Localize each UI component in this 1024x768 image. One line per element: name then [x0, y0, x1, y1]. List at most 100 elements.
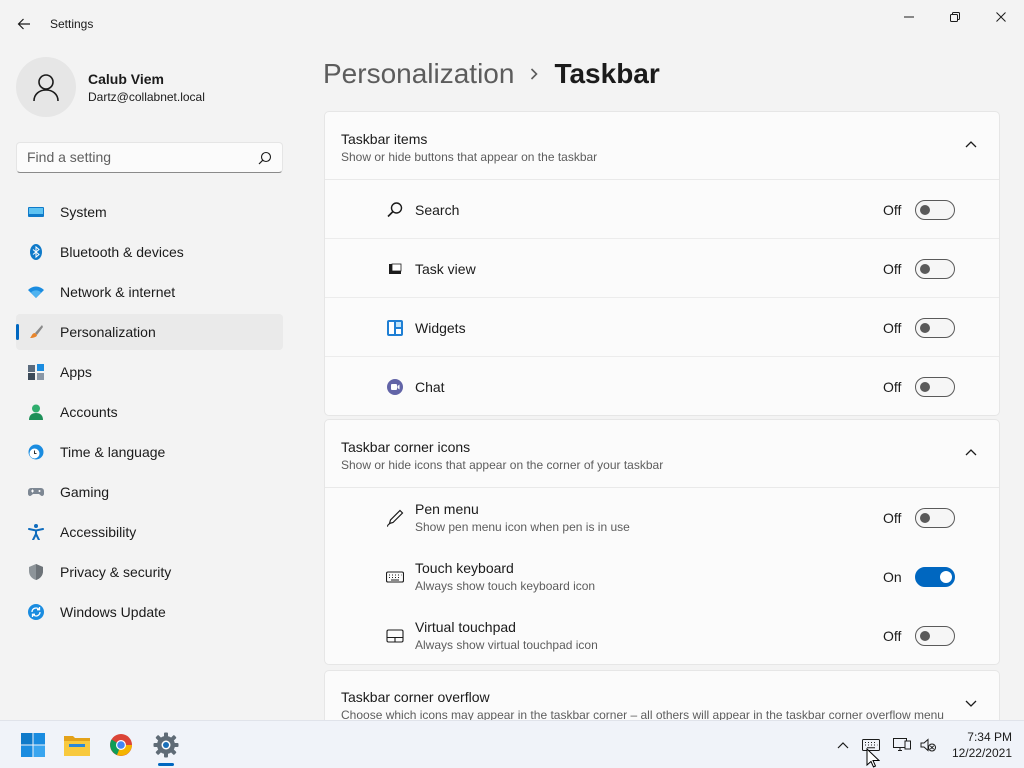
file-explorer-icon — [64, 736, 90, 756]
clock-date: 12/22/2021 — [951, 746, 1012, 760]
title-bar: Settings — [0, 0, 1024, 48]
setting-label: Virtual touchpad — [415, 619, 516, 635]
taskbar-items-header[interactable]: Taskbar items Show or hide buttons that … — [325, 112, 999, 180]
widgets-icon — [387, 320, 403, 336]
toggle-state-text: On — [883, 569, 902, 585]
minimize-button[interactable] — [893, 6, 925, 28]
toggle-state-text: Off — [883, 320, 902, 336]
taskbar-items-section: Taskbar items Show or hide buttons that … — [324, 111, 1000, 416]
chevron-up-icon[interactable] — [965, 448, 977, 456]
widgets-toggle[interactable] — [915, 318, 955, 338]
toggle-knob — [920, 323, 930, 333]
chevron-right-icon — [531, 68, 539, 80]
volume-tray-button[interactable] — [918, 735, 938, 755]
setting-label: Touch keyboard — [415, 560, 514, 576]
sidebar-item-personalization[interactable]: Personalization — [16, 314, 283, 350]
chat-icon — [387, 379, 403, 395]
show-hidden-icons-button[interactable] — [833, 735, 853, 755]
setting-label: Pen menu — [415, 501, 479, 517]
shield-icon — [29, 564, 43, 580]
search-input[interactable] — [27, 149, 247, 165]
section-subtitle: Show or hide buttons that appear on the … — [341, 150, 598, 164]
setting-row-widgets: Widgets Off — [325, 298, 999, 357]
search-toggle[interactable] — [915, 200, 955, 220]
setting-label: Widgets — [415, 320, 466, 336]
breadcrumb-parent[interactable]: Personalization — [323, 58, 514, 90]
person-icon — [29, 404, 43, 420]
setting-row-search: Search Off — [325, 180, 999, 239]
toggle-state-text: Off — [883, 261, 902, 277]
breadcrumb: Personalization Taskbar — [323, 58, 660, 90]
close-button[interactable] — [985, 6, 1017, 28]
toggle-state-text: Off — [883, 202, 902, 218]
apps-icon — [28, 364, 44, 380]
search-icon — [387, 202, 403, 218]
back-button[interactable] — [12, 12, 36, 36]
sidebar-item-label: Time & language — [60, 444, 166, 460]
setting-row-pen-menu: Pen menu Show pen menu icon when pen is … — [325, 488, 999, 547]
sidebar-item-label: System — [60, 204, 107, 220]
page-title: Taskbar — [554, 58, 660, 89]
back-arrow-icon — [17, 18, 30, 30]
mouse-cursor-icon — [866, 748, 880, 768]
sidebar-item-label: Network & internet — [60, 284, 176, 300]
taskbar-corner-icons-header[interactable]: Taskbar corner icons Show or hide icons … — [325, 420, 999, 488]
toggle-knob — [920, 631, 930, 641]
touchpad-icon — [386, 629, 404, 643]
restore-button[interactable] — [939, 6, 971, 28]
network-tray-button[interactable] — [892, 735, 912, 755]
setting-row-task-view: Task view Off — [325, 239, 999, 298]
system-clock[interactable]: 7:34 PM 12/22/2021 — [946, 729, 1012, 761]
sidebar-item-network[interactable]: Network & internet — [16, 274, 283, 310]
sidebar-item-accounts[interactable]: Accounts — [16, 394, 283, 430]
virtual-touchpad-toggle[interactable] — [915, 626, 955, 646]
sidebar-item-accessibility[interactable]: Accessibility — [16, 514, 283, 550]
toggle-knob — [920, 205, 930, 215]
sidebar-item-windows-update[interactable]: Windows Update — [16, 594, 283, 630]
sidebar-item-apps[interactable]: Apps — [16, 354, 283, 390]
sidebar-item-label: Privacy & security — [60, 564, 172, 580]
avatar — [16, 57, 76, 117]
file-explorer-button[interactable] — [61, 729, 93, 761]
sidebar-item-gaming[interactable]: Gaming — [16, 474, 283, 510]
toggle-knob — [920, 264, 930, 274]
minimize-icon — [904, 16, 914, 18]
keyboard-icon — [386, 571, 404, 583]
setting-label: Chat — [415, 379, 445, 395]
sidebar-item-bluetooth[interactable]: Bluetooth & devices — [16, 234, 283, 270]
sidebar-item-label: Personalization — [60, 324, 156, 340]
chrome-button[interactable] — [105, 729, 137, 761]
pen-menu-toggle[interactable] — [915, 508, 955, 528]
setting-row-virtual-touchpad: Virtual touchpad Always show virtual tou… — [325, 606, 999, 665]
chevron-up-icon[interactable] — [965, 140, 977, 148]
wifi-icon — [28, 286, 44, 298]
settings-icon — [153, 732, 179, 758]
active-app-indicator — [158, 763, 174, 766]
sidebar-item-label: Windows Update — [60, 604, 166, 620]
sidebar-item-time-language[interactable]: Time & language — [16, 434, 283, 470]
start-button[interactable] — [17, 729, 49, 761]
sidebar-item-label: Apps — [60, 364, 92, 380]
settings-taskbar-button[interactable] — [150, 729, 182, 761]
sidebar-nav: System Bluetooth & devices Network & int… — [16, 194, 283, 634]
search-icon[interactable] — [258, 151, 272, 165]
restore-icon — [950, 12, 960, 22]
chevron-down-icon[interactable] — [965, 700, 977, 708]
setting-label: Search — [415, 202, 460, 218]
sidebar-item-privacy[interactable]: Privacy & security — [16, 554, 283, 590]
search-box[interactable] — [16, 142, 283, 173]
setting-description: Show pen menu icon when pen is in use — [415, 520, 630, 534]
toggle-knob — [920, 382, 930, 392]
clock-time: 7:34 PM — [967, 730, 1012, 744]
sidebar-item-label: Gaming — [60, 484, 110, 500]
pen-icon — [387, 509, 404, 527]
gamepad-icon — [28, 488, 44, 496]
close-icon — [996, 12, 1006, 22]
user-profile[interactable]: Calub Viem Dartz@collabnet.local — [16, 57, 205, 117]
sidebar-item-system[interactable]: System — [16, 194, 283, 230]
chat-toggle[interactable] — [915, 377, 955, 397]
touch-keyboard-toggle[interactable] — [915, 567, 955, 587]
taskbar-corner-icons-section: Taskbar corner icons Show or hide icons … — [324, 419, 1000, 665]
task-view-toggle[interactable] — [915, 259, 955, 279]
section-title: Taskbar corner overflow — [341, 689, 490, 705]
